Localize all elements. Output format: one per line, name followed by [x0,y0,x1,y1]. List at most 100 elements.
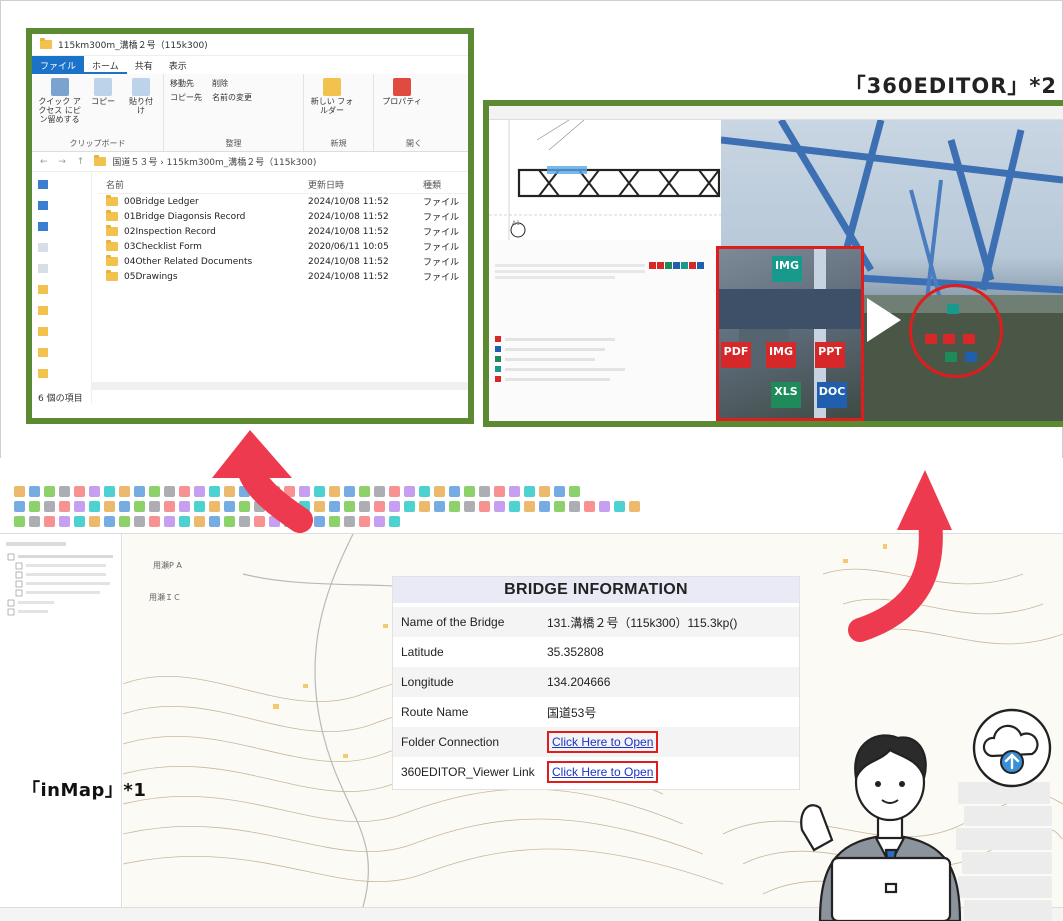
gis-tool-button[interactable] [149,486,160,497]
img-tag-icon[interactable]: IMG [772,256,802,282]
tab-home[interactable]: ホーム [84,56,127,74]
gis-tool-button[interactable] [329,516,340,527]
gis-tool-button[interactable] [164,501,175,512]
gis-tool-button[interactable] [44,516,55,527]
gis-tool-button[interactable] [269,501,280,512]
gis-tool-button[interactable] [314,486,325,497]
copy-button[interactable]: コピー [87,78,119,124]
small-xls-tag-icon[interactable] [945,352,957,362]
gis-tool-button[interactable] [134,486,145,497]
gis-tool-button[interactable] [179,516,190,527]
gis-tool-button[interactable] [359,501,370,512]
gis-tool-button[interactable] [539,501,550,512]
gis-tool-button[interactable] [74,486,85,497]
gis-tool-button[interactable] [359,516,370,527]
column-date[interactable]: 更新日時 [308,178,423,191]
nav-folder-icon[interactable] [38,327,48,336]
gis-tool-button[interactable] [224,501,235,512]
gis-tool-button[interactable] [494,501,505,512]
xls-tag-icon[interactable]: XLS [771,382,801,408]
gis-tool-button[interactable] [164,516,175,527]
file-row[interactable]: 04Other Related Documents 2024/10/08 11:5… [98,254,468,269]
tab-share[interactable]: 共有 [127,56,161,74]
gis-tool-button[interactable] [479,501,490,512]
gis-tool-button[interactable] [449,501,460,512]
file-row[interactable]: 02Inspection Record 2024/10/08 11:52 ファイル … [98,224,468,239]
pin-quick-access-button[interactable]: クイック アクセス にピン留めする [38,78,81,124]
address-bar[interactable]: ← → ↑ 国道５３号 › 115km300m_溝橋２号（115k300) [32,152,468,172]
nav-folder-icon[interactable] [38,369,48,378]
gis-tool-button[interactable] [479,486,490,497]
gis-tool-button[interactable] [329,486,340,497]
gis-tool-button[interactable] [254,501,265,512]
pdf-tag-icon[interactable]: PDF [721,342,751,368]
gis-tool-button[interactable] [89,516,100,527]
gis-tool-button[interactable] [314,516,325,527]
gis-tool-button[interactable] [44,501,55,512]
gis-tool-button[interactable] [509,486,520,497]
nav-folder-icon[interactable] [38,306,48,315]
file-row[interactable]: 01Bridge Diagonsis Record 2024/10/08 11:5… [98,209,468,224]
gis-tool-button[interactable] [59,486,70,497]
gis-tool-button[interactable] [29,516,40,527]
gis-tool-button[interactable] [284,501,295,512]
small-img-tag-icon[interactable] [947,304,959,314]
gis-tool-button[interactable] [179,486,190,497]
gis-tool-button[interactable] [119,486,130,497]
doc-tag-icon[interactable]: DOC [817,382,847,408]
gis-tool-button[interactable] [599,501,610,512]
gis-tool-button[interactable] [404,501,415,512]
gis-tool-button[interactable] [374,516,385,527]
file-row[interactable]: 00Bridge Ledger 2024/10/08 11:52 ファイル フ [98,194,468,209]
gis-tool-button[interactable] [254,486,265,497]
gis-tool-button[interactable] [419,501,430,512]
documents-icon[interactable] [38,243,48,252]
gis-tool-button[interactable] [269,486,280,497]
gis-tool-button[interactable] [299,486,310,497]
gis-tool-button[interactable] [254,516,265,527]
gis-tool-button[interactable] [389,516,400,527]
tab-file[interactable]: ファイル [32,56,85,74]
gis-tool-button[interactable] [374,501,385,512]
gis-tool-button[interactable] [434,486,445,497]
gis-tool-button[interactable] [614,501,625,512]
small-pdf-tag-icon[interactable] [925,334,937,344]
gis-tool-button[interactable] [314,501,325,512]
gis-tool-button[interactable] [74,501,85,512]
gis-tool-button[interactable] [104,501,115,512]
gis-tool-button[interactable] [389,486,400,497]
gis-tool-button[interactable] [359,486,370,497]
gis-tool-button[interactable] [179,501,190,512]
small-img2-tag-icon[interactable] [943,334,955,344]
gis-tool-button[interactable] [119,501,130,512]
gis-tool-button[interactable] [59,501,70,512]
gis-tool-button[interactable] [239,486,250,497]
gis-tool-button[interactable] [299,516,310,527]
gis-tool-button[interactable] [14,516,25,527]
gis-tool-button[interactable] [59,516,70,527]
gis-tool-button[interactable] [209,486,220,497]
pictures-icon[interactable] [38,264,48,273]
gis-tool-button[interactable] [344,486,355,497]
gis-tool-button[interactable] [569,486,580,497]
gis-tool-button[interactable] [404,486,415,497]
gis-tool-button[interactable] [134,516,145,527]
gis-tool-button[interactable] [524,501,535,512]
desktop-icon[interactable] [38,201,48,210]
gis-tool-button[interactable] [224,486,235,497]
paste-button[interactable]: 貼り付け [125,78,157,124]
move-to-button[interactable]: 移動先 [170,78,202,89]
column-type[interactable]: 種類 [423,178,463,191]
rename-button[interactable]: 名前の変更 [212,92,252,103]
gis-tool-button[interactable] [524,486,535,497]
copy-to-button[interactable]: コピー先 [170,92,202,103]
gis-tool-button[interactable] [299,501,310,512]
gis-tool-button[interactable] [149,516,160,527]
gis-tool-button[interactable] [344,501,355,512]
gis-tool-button[interactable] [14,486,25,497]
column-name[interactable]: 名前 [98,178,308,191]
horizontal-scrollbar[interactable] [92,382,468,390]
gis-tool-button[interactable] [239,516,250,527]
gis-tool-button[interactable] [584,501,595,512]
small-ppt-tag-icon[interactable] [963,334,975,344]
